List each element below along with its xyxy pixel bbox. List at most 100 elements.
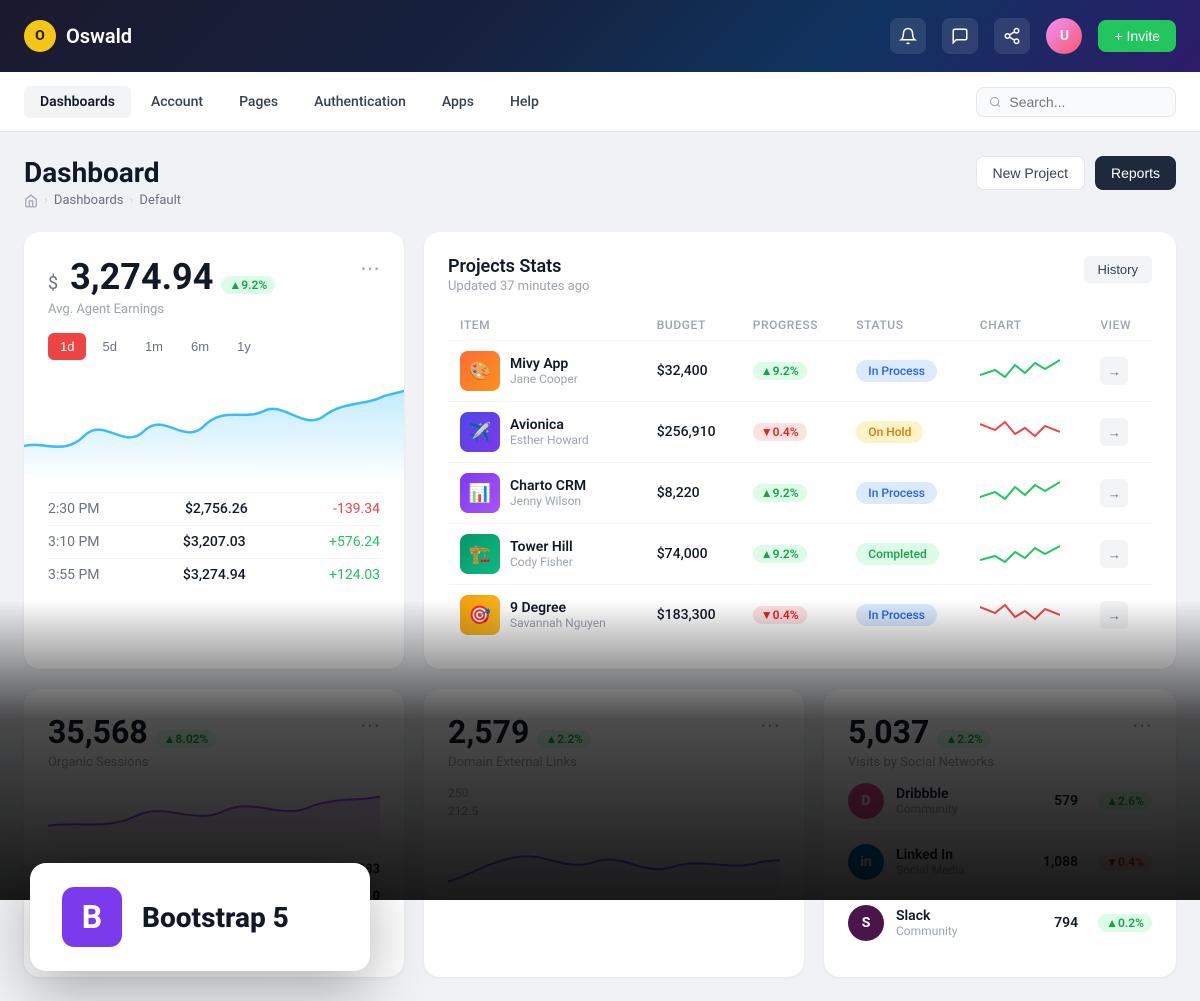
- social-item-linkedin: in Linked In Social Media 1,088 ▼0.4%: [848, 831, 1152, 892]
- breadcrumb-default: Default: [139, 193, 181, 208]
- linkedin-icon: in: [848, 844, 884, 880]
- app-name: Oswald: [66, 24, 132, 48]
- search-bar: [976, 87, 1176, 117]
- page-actions: New Project Reports: [976, 156, 1177, 190]
- page-content: Dashboard › Dashboards › Default New Pro…: [0, 132, 1200, 1001]
- sessions-value: 35,568: [48, 713, 148, 751]
- projects-table: ITEM BUDGET PROGRESS STATUS CHART VIEW 🎨: [448, 310, 1152, 645]
- logo-icon: O: [24, 20, 56, 52]
- bootstrap-icon: B: [62, 887, 122, 947]
- main-cards-row: $ 3,274.94 ▲9.2% Avg. Agent Earnings ⋯ 1…: [24, 232, 1176, 669]
- home-icon: [24, 194, 38, 208]
- links-label: Domain External Links: [448, 755, 591, 770]
- table-row: 🎯 9 Degree Savannah Nguyen $183,300 ▼0.4…: [448, 585, 1152, 646]
- logo-area: O Oswald: [24, 20, 132, 52]
- nav-pages[interactable]: Pages: [223, 86, 294, 118]
- notification-icon[interactable]: [890, 18, 926, 54]
- links-more-button[interactable]: ⋯: [760, 713, 780, 737]
- earnings-header: $ 3,274.94 ▲9.2% Avg. Agent Earnings ⋯: [48, 256, 380, 317]
- project-thumb: 📊: [460, 473, 500, 513]
- sessions-area-chart: [48, 786, 380, 846]
- nav-dashboards[interactable]: Dashboards: [24, 86, 131, 118]
- filter-5d[interactable]: 5d: [90, 333, 128, 360]
- social-item-slack: S Slack Community 794 ▲0.2%: [848, 892, 1152, 953]
- table-row: 🎨 Mivy App Jane Cooper $32,400 ▲9.2% In …: [448, 341, 1152, 402]
- links-change: ▲2.2%: [537, 730, 591, 748]
- view-row-button[interactable]: →: [1100, 357, 1128, 385]
- sessions-label: Organic Sessions: [48, 755, 216, 770]
- breadcrumb-dashboards: Dashboards: [54, 193, 124, 208]
- earnings-table: 2:30 PM $2,756.26 -139.34 3:10 PM $3,207…: [48, 492, 380, 591]
- nav-authentication[interactable]: Authentication: [298, 86, 422, 118]
- projects-card: Projects Stats Updated 37 minutes ago Hi…: [424, 232, 1176, 669]
- more-options-button[interactable]: ⋯: [360, 256, 380, 280]
- search-icon: [989, 95, 1001, 109]
- col-progress: PROGRESS: [741, 310, 845, 341]
- view-row-button[interactable]: →: [1100, 540, 1128, 568]
- view-row-button[interactable]: →: [1100, 418, 1128, 446]
- nav-account[interactable]: Account: [135, 86, 219, 118]
- earnings-row: 3:55 PM $3,274.94 +124.03: [48, 558, 380, 591]
- links-card: 2,579 ▲2.2% Domain External Links ⋯ 250 …: [424, 689, 804, 977]
- nav-help[interactable]: Help: [494, 86, 555, 118]
- view-row-button[interactable]: →: [1100, 479, 1128, 507]
- invite-button[interactable]: + Invite: [1098, 20, 1176, 52]
- social-card: 5,037 ▲2.2% Visits by Social Networks ⋯ …: [824, 689, 1176, 977]
- search-input[interactable]: [1009, 94, 1163, 110]
- avatar[interactable]: U: [1046, 18, 1082, 54]
- social-value: 5,037: [848, 713, 929, 751]
- page-title-area: Dashboard › Dashboards › Default: [24, 156, 181, 208]
- bootstrap-title: Bootstrap 5: [142, 901, 289, 934]
- sessions-change: ▲8.02%: [156, 730, 217, 748]
- project-thumb: 🎯: [460, 595, 500, 635]
- social-more-button[interactable]: ⋯: [1132, 713, 1152, 737]
- share-icon[interactable]: [994, 18, 1030, 54]
- col-budget: BUDGET: [645, 310, 741, 341]
- messages-icon[interactable]: [942, 18, 978, 54]
- social-label: Visits by Social Networks: [848, 755, 994, 770]
- header-icons: U + Invite: [890, 18, 1176, 54]
- links-value: 2,579: [448, 713, 529, 751]
- links-chart: 250 212.5: [448, 786, 780, 906]
- earnings-row: 3:10 PM $3,207.03 +576.24: [48, 525, 380, 558]
- earnings-amount: 3,274.94: [70, 256, 213, 298]
- projects-header: Projects Stats Updated 37 minutes ago Hi…: [448, 256, 1152, 294]
- bootstrap-promo-card: B Bootstrap 5: [30, 863, 370, 971]
- filter-1d[interactable]: 1d: [48, 333, 86, 360]
- currency-symbol: $: [48, 273, 58, 294]
- social-change: ▲2.2%: [937, 730, 991, 748]
- earnings-change-badge: ▲9.2%: [221, 276, 275, 294]
- page-header: Dashboard › Dashboards › Default New Pro…: [24, 156, 1176, 208]
- page-title: Dashboard: [24, 156, 181, 189]
- time-filters: 1d 5d 1m 6m 1y: [48, 333, 380, 360]
- filter-6m[interactable]: 6m: [179, 333, 221, 360]
- earnings-row: 2:30 PM $2,756.26 -139.34: [48, 492, 380, 525]
- earnings-label: Avg. Agent Earnings: [48, 302, 275, 317]
- table-row: 📊 Charto CRM Jenny Wilson $8,220 ▲9.2% I…: [448, 463, 1152, 524]
- project-thumb: 🏗️: [460, 534, 500, 574]
- filter-1y[interactable]: 1y: [225, 333, 263, 360]
- earnings-info: $ 3,274.94 ▲9.2% Avg. Agent Earnings: [48, 256, 275, 317]
- view-row-button[interactable]: →: [1100, 601, 1128, 629]
- new-project-button[interactable]: New Project: [976, 156, 1085, 190]
- projects-updated: Updated 37 minutes ago: [448, 279, 589, 294]
- slack-icon: S: [848, 905, 884, 941]
- nav-bar: Dashboards Account Pages Authentication …: [0, 72, 1200, 132]
- table-row: 🏗️ Tower Hill Cody Fisher $74,000 ▲9.2% …: [448, 524, 1152, 585]
- earnings-card: $ 3,274.94 ▲9.2% Avg. Agent Earnings ⋯ 1…: [24, 232, 404, 669]
- reports-button[interactable]: Reports: [1095, 156, 1176, 190]
- nav-apps[interactable]: Apps: [426, 86, 490, 118]
- project-thumb: 🎨: [460, 351, 500, 391]
- history-button[interactable]: History: [1084, 256, 1152, 283]
- social-item-dribbble: D Dribbble Community 579 ▲2.6%: [848, 770, 1152, 831]
- dribbble-icon: D: [848, 783, 884, 819]
- breadcrumb: › Dashboards › Default: [24, 193, 181, 208]
- project-thumb: ✈️: [460, 412, 500, 452]
- filter-1m[interactable]: 1m: [133, 333, 175, 360]
- col-item: ITEM: [448, 310, 645, 341]
- col-view: VIEW: [1088, 310, 1152, 341]
- col-status: STATUS: [844, 310, 967, 341]
- projects-title: Projects Stats: [448, 256, 589, 277]
- sessions-more-button[interactable]: ⋯: [360, 713, 380, 737]
- earnings-chart: [24, 376, 404, 476]
